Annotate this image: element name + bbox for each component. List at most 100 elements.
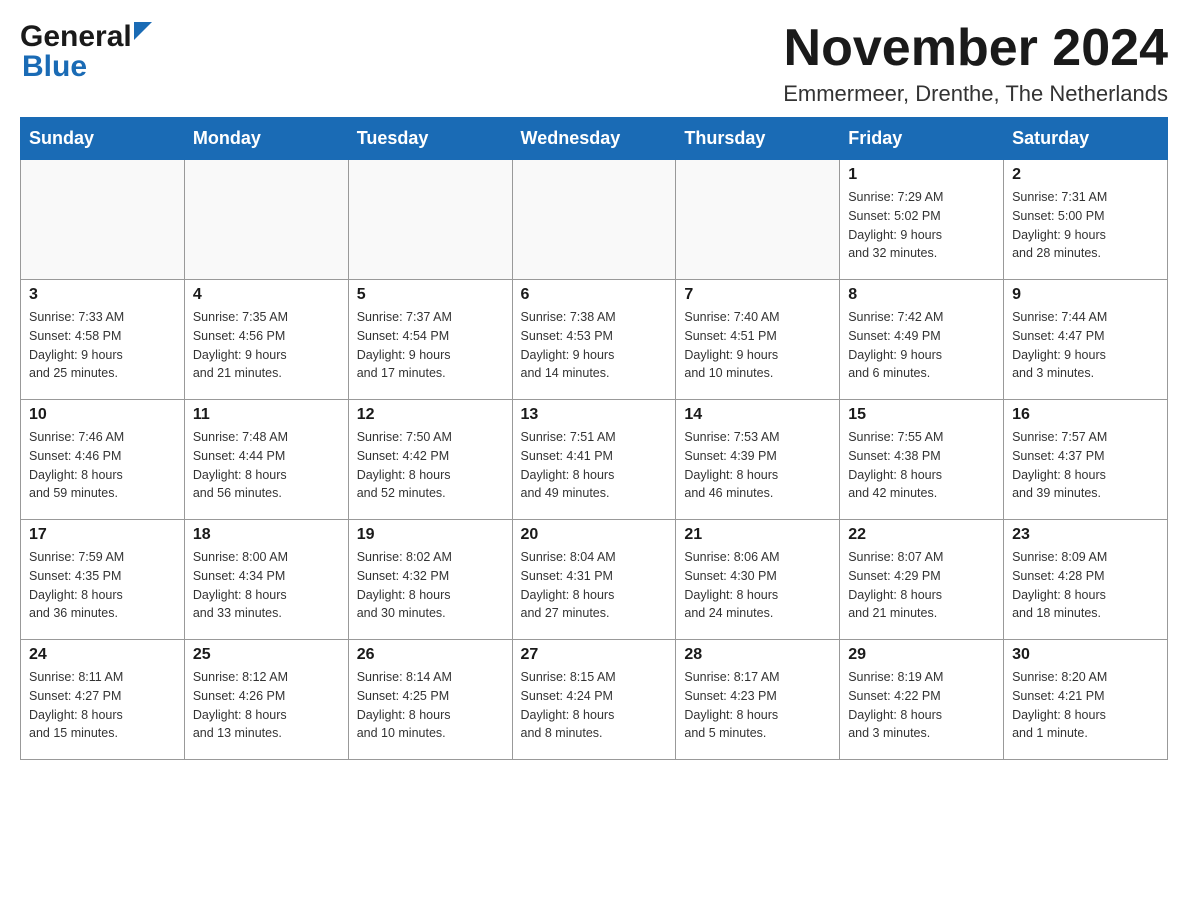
day-number: 17 (29, 526, 176, 544)
calendar-cell: 8 Sunrise: 7:42 AMSunset: 4:49 PMDaylight… (840, 280, 1004, 400)
day-number: 24 (29, 646, 176, 664)
calendar-cell (21, 160, 185, 280)
day-number: 9 (1012, 286, 1159, 304)
calendar-cell (184, 160, 348, 280)
calendar-header-friday: Friday (840, 118, 1004, 160)
calendar-cell: 28 Sunrise: 8:17 AMSunset: 4:23 PMDayligh… (676, 640, 840, 760)
calendar-week-row: 3 Sunrise: 7:33 AMSunset: 4:58 PMDaylight… (21, 280, 1168, 400)
calendar-header-wednesday: Wednesday (512, 118, 676, 160)
day-info: Sunrise: 8:06 AMSunset: 4:30 PMDaylight:… (684, 548, 831, 623)
calendar-cell: 30Sunrise: 8:20 AMSunset: 4:21 PMDayligh… (1004, 640, 1168, 760)
day-number: 25 (193, 646, 340, 664)
calendar-cell: 25 Sunrise: 8:12 AMSunset: 4:26 PMDayligh… (184, 640, 348, 760)
day-info: Sunrise: 7:46 AMSunset: 4:46 PMDaylight:… (29, 428, 176, 503)
calendar-cell: 12 Sunrise: 7:50 AMSunset: 4:42 PMDayligh… (348, 400, 512, 520)
calendar-cell (348, 160, 512, 280)
calendar-week-row: 17 Sunrise: 7:59 AMSunset: 4:35 PMDayligh… (21, 520, 1168, 640)
calendar-cell: 19 Sunrise: 8:02 AMSunset: 4:32 PMDayligh… (348, 520, 512, 640)
day-number: 10 (29, 406, 176, 424)
calendar-cell: 10 Sunrise: 7:46 AMSunset: 4:46 PMDayligh… (21, 400, 185, 520)
day-number: 23 (1012, 526, 1159, 544)
calendar-header-sunday: Sunday (21, 118, 185, 160)
calendar-cell: 23Sunrise: 8:09 AMSunset: 4:28 PMDayligh… (1004, 520, 1168, 640)
day-number: 19 (357, 526, 504, 544)
day-info: Sunrise: 8:14 AMSunset: 4:25 PMDaylight:… (357, 668, 504, 743)
day-number: 16 (1012, 406, 1159, 424)
calendar-cell (512, 160, 676, 280)
day-info: Sunrise: 8:07 AMSunset: 4:29 PMDaylight:… (848, 548, 995, 623)
day-info: Sunrise: 7:44 AMSunset: 4:47 PMDaylight:… (1012, 308, 1159, 383)
day-info: Sunrise: 8:11 AMSunset: 4:27 PMDaylight:… (29, 668, 176, 743)
calendar-cell: 17 Sunrise: 7:59 AMSunset: 4:35 PMDayligh… (21, 520, 185, 640)
day-info: Sunrise: 8:02 AMSunset: 4:32 PMDaylight:… (357, 548, 504, 623)
calendar-header-row: SundayMondayTuesdayWednesdayThursdayFrid… (21, 118, 1168, 160)
day-info: Sunrise: 8:19 AMSunset: 4:22 PMDaylight:… (848, 668, 995, 743)
day-number: 3 (29, 286, 176, 304)
day-number: 2 (1012, 166, 1159, 184)
day-number: 28 (684, 646, 831, 664)
calendar-cell: 9 Sunrise: 7:44 AMSunset: 4:47 PMDaylight… (1004, 280, 1168, 400)
calendar-cell: 1 Sunrise: 7:29 AMSunset: 5:02 PMDaylight… (840, 160, 1004, 280)
calendar-cell: 20 Sunrise: 8:04 AMSunset: 4:31 PMDayligh… (512, 520, 676, 640)
calendar-header-monday: Monday (184, 118, 348, 160)
day-number: 27 (521, 646, 668, 664)
calendar-cell: 18 Sunrise: 8:00 AMSunset: 4:34 PMDayligh… (184, 520, 348, 640)
day-number: 11 (193, 406, 340, 424)
day-number: 5 (357, 286, 504, 304)
title-section: November 2024 Emmermeer, Drenthe, The Ne… (783, 20, 1168, 107)
location-text: Emmermeer, Drenthe, The Netherlands (783, 81, 1168, 107)
day-number: 1 (848, 166, 995, 184)
day-number: 18 (193, 526, 340, 544)
day-info: Sunrise: 7:35 AMSunset: 4:56 PMDaylight:… (193, 308, 340, 383)
day-info: Sunrise: 8:15 AMSunset: 4:24 PMDaylight:… (521, 668, 668, 743)
calendar-week-row: 10 Sunrise: 7:46 AMSunset: 4:46 PMDayligh… (21, 400, 1168, 520)
calendar-cell: 27 Sunrise: 8:15 AMSunset: 4:24 PMDayligh… (512, 640, 676, 760)
calendar-cell: 29 Sunrise: 8:19 AMSunset: 4:22 PMDayligh… (840, 640, 1004, 760)
page-header: General Blue November 2024 Emmermeer, Dr… (20, 20, 1168, 107)
day-info: Sunrise: 7:42 AMSunset: 4:49 PMDaylight:… (848, 308, 995, 383)
day-info: Sunrise: 8:17 AMSunset: 4:23 PMDaylight:… (684, 668, 831, 743)
day-number: 26 (357, 646, 504, 664)
day-number: 8 (848, 286, 995, 304)
calendar-week-row: 1 Sunrise: 7:29 AMSunset: 5:02 PMDaylight… (21, 160, 1168, 280)
calendar-cell: 11 Sunrise: 7:48 AMSunset: 4:44 PMDayligh… (184, 400, 348, 520)
day-info: Sunrise: 7:48 AMSunset: 4:44 PMDaylight:… (193, 428, 340, 503)
day-number: 7 (684, 286, 831, 304)
calendar-cell: 7 Sunrise: 7:40 AMSunset: 4:51 PMDaylight… (676, 280, 840, 400)
calendar-header-tuesday: Tuesday (348, 118, 512, 160)
month-title: November 2024 (783, 20, 1168, 77)
calendar-cell: 14 Sunrise: 7:53 AMSunset: 4:39 PMDayligh… (676, 400, 840, 520)
calendar-cell: 24 Sunrise: 8:11 AMSunset: 4:27 PMDayligh… (21, 640, 185, 760)
day-number: 6 (521, 286, 668, 304)
logo: General Blue (20, 20, 156, 84)
logo-triangle-icon (134, 22, 156, 44)
calendar-cell (676, 160, 840, 280)
calendar-week-row: 24 Sunrise: 8:11 AMSunset: 4:27 PMDayligh… (21, 640, 1168, 760)
calendar-header-thursday: Thursday (676, 118, 840, 160)
day-info: Sunrise: 7:29 AMSunset: 5:02 PMDaylight:… (848, 188, 995, 263)
calendar-cell: 3 Sunrise: 7:33 AMSunset: 4:58 PMDaylight… (21, 280, 185, 400)
day-info: Sunrise: 7:33 AMSunset: 4:58 PMDaylight:… (29, 308, 176, 383)
day-info: Sunrise: 7:38 AMSunset: 4:53 PMDaylight:… (521, 308, 668, 383)
day-number: 14 (684, 406, 831, 424)
calendar-cell: 21Sunrise: 8:06 AMSunset: 4:30 PMDayligh… (676, 520, 840, 640)
day-number: 29 (848, 646, 995, 664)
calendar-cell: 16Sunrise: 7:57 AMSunset: 4:37 PMDayligh… (1004, 400, 1168, 520)
day-info: Sunrise: 8:04 AMSunset: 4:31 PMDaylight:… (521, 548, 668, 623)
calendar-cell: 13Sunrise: 7:51 AMSunset: 4:41 PMDayligh… (512, 400, 676, 520)
calendar-cell: 2 Sunrise: 7:31 AMSunset: 5:00 PMDaylight… (1004, 160, 1168, 280)
calendar-cell: 26 Sunrise: 8:14 AMSunset: 4:25 PMDayligh… (348, 640, 512, 760)
day-info: Sunrise: 7:53 AMSunset: 4:39 PMDaylight:… (684, 428, 831, 503)
day-info: Sunrise: 8:12 AMSunset: 4:26 PMDaylight:… (193, 668, 340, 743)
day-number: 12 (357, 406, 504, 424)
calendar-cell: 6 Sunrise: 7:38 AMSunset: 4:53 PMDaylight… (512, 280, 676, 400)
day-info: Sunrise: 7:31 AMSunset: 5:00 PMDaylight:… (1012, 188, 1159, 263)
logo-blue-text: Blue (22, 50, 87, 83)
day-info: Sunrise: 7:40 AMSunset: 4:51 PMDaylight:… (684, 308, 831, 383)
day-info: Sunrise: 7:50 AMSunset: 4:42 PMDaylight:… (357, 428, 504, 503)
day-info: Sunrise: 8:00 AMSunset: 4:34 PMDaylight:… (193, 548, 340, 623)
day-number: 4 (193, 286, 340, 304)
day-info: Sunrise: 7:59 AMSunset: 4:35 PMDaylight:… (29, 548, 176, 623)
day-number: 20 (521, 526, 668, 544)
calendar-cell: 5Sunrise: 7:37 AMSunset: 4:54 PMDaylight… (348, 280, 512, 400)
